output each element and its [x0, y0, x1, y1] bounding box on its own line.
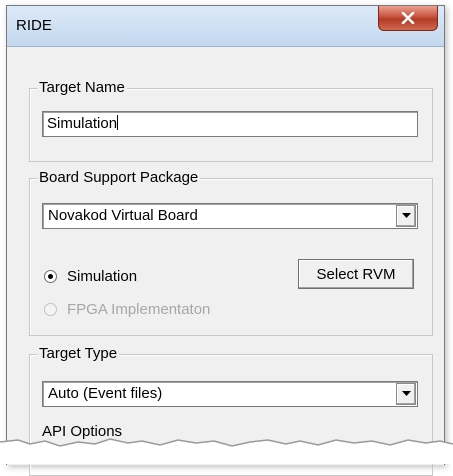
text-caret [117, 115, 119, 130]
bsp-dropdown-button[interactable] [396, 205, 416, 227]
target-type-selected-value: Auto (Event files) [48, 385, 163, 402]
target-name-group: Target Name Simulation [29, 79, 433, 162]
close-icon [401, 12, 415, 24]
bsp-selected-value: Novakod Virtual Board [48, 207, 198, 224]
radio-simulation-control[interactable] [44, 270, 57, 283]
chevron-down-icon [401, 391, 411, 396]
target-name-input[interactable]: Simulation [42, 111, 418, 137]
target-name-value: Simulation [47, 115, 118, 132]
radio-simulation[interactable]: Simulation [44, 268, 137, 285]
radio-fpga-control[interactable] [44, 303, 57, 316]
title-bar[interactable]: RIDE [7, 6, 444, 47]
bsp-select[interactable]: Novakod Virtual Board [42, 203, 418, 229]
close-button[interactable] [378, 6, 438, 31]
radio-simulation-label: Simulation [67, 268, 138, 285]
target-type-dropdown-button[interactable] [396, 383, 416, 405]
bsp-group: Board Support Package Novakod Virtual Bo… [29, 169, 433, 336]
window-title: RIDE [16, 17, 52, 34]
radio-fpga[interactable]: FPGA Implementaton [44, 301, 210, 318]
target-name-label: Target Name [37, 79, 127, 97]
target-type-label: Target Type [37, 345, 120, 363]
bsp-label: Board Support Package [37, 169, 201, 187]
select-rvm-button[interactable]: Select RVM [298, 259, 414, 289]
ride-dialog: RIDE Target Name Simulation Board Suppor… [6, 5, 445, 476]
torn-edge-decoration [0, 438, 453, 464]
target-type-select[interactable]: Auto (Event files) [42, 381, 418, 407]
radio-checked-dot [48, 274, 53, 279]
chevron-down-icon [401, 213, 411, 218]
radio-fpga-label: FPGA Implementaton [67, 301, 211, 318]
select-rvm-label: Select RVM [316, 265, 396, 283]
